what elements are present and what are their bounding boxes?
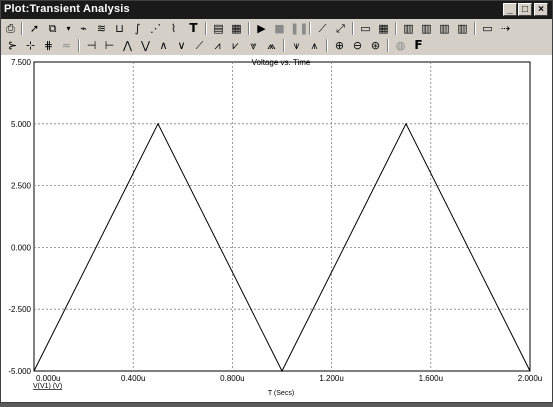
waveform-icon[interactable]: ⌁ (76, 21, 91, 36)
panel-icon[interactable]: ▭ (480, 21, 495, 36)
text-tool-icon[interactable]: T (186, 21, 201, 36)
toolbar-separator (21, 22, 23, 35)
y-tick-label: -2.500 (8, 305, 31, 314)
zoom-out-icon[interactable]: ⊖ (350, 38, 365, 53)
toolbar-separator (387, 39, 389, 52)
grid-lines (34, 62, 530, 371)
cursor-3-icon[interactable]: ⋕ (41, 38, 56, 53)
trace-label[interactable]: V(V1) (V) (33, 383, 62, 390)
valley-icon[interactable]: ⋁ (138, 38, 153, 53)
waveform-2-icon[interactable]: ≋ (94, 21, 109, 36)
cursor-right-icon[interactable]: ⊢ (102, 38, 117, 53)
y-tick-label: 0.000 (11, 243, 32, 252)
zoom-fit-icon[interactable]: ⊛ (368, 38, 383, 53)
toolbar-separator (352, 22, 354, 35)
toolbar-separator (248, 22, 250, 35)
stop-icon[interactable]: ■ (272, 21, 287, 36)
toolbar-separator (309, 22, 311, 35)
line-tool-icon[interactable]: ⟋ (315, 21, 330, 36)
cursor-to-icon[interactable]: ⩛ (289, 38, 304, 53)
toolbar-separator (395, 22, 397, 35)
peak-icon[interactable]: ⋀ (120, 38, 135, 53)
peak-3-icon[interactable]: ⩘ (210, 38, 225, 53)
dropdown-arrow-icon[interactable]: ▾ (61, 21, 76, 36)
grid-icon[interactable]: ▦ (376, 21, 391, 36)
minimize-button[interactable]: _ (503, 3, 517, 16)
x-tick-label: 1.200u (319, 374, 343, 383)
layout-1-icon[interactable]: ▥ (401, 21, 416, 36)
cursor-1-icon[interactable]: ⊱ (5, 38, 20, 53)
layout-2-icon[interactable]: ▥ (419, 21, 434, 36)
x-axis-label: T (Secs) (268, 390, 294, 397)
y-tick-label: 2.500 (11, 182, 32, 191)
y-tick-label: -5.000 (8, 367, 31, 376)
zoom-in-icon[interactable]: ⊕ (332, 38, 347, 53)
waveform-3-icon[interactable]: ⊔ (112, 21, 127, 36)
window-icon[interactable]: ▭ (358, 21, 373, 36)
x-tick-label: 2.000u (518, 374, 542, 383)
cursor-2-icon[interactable]: ⊹ (23, 38, 38, 53)
x-tick-label: 0.000u (36, 374, 60, 383)
layout-4-icon[interactable]: ▥ (455, 21, 470, 36)
voltage-time-chart: 0.000u 0.400u 0.800u 1.200u 1.600u 2.000u 7.50… (1, 55, 552, 402)
plot-frame (34, 62, 530, 371)
close-button[interactable]: × (534, 3, 548, 16)
plot-area[interactable]: 0.000u 0.400u 0.800u 1.200u 1.600u 2.000u 7.50… (1, 55, 552, 402)
slope-icon[interactable]: ⟋ (192, 38, 207, 53)
next-peak-icon[interactable]: ⩕ (264, 38, 279, 53)
waveform-6-icon[interactable]: ⌇ (166, 21, 181, 36)
maximize-button[interactable]: □ (518, 3, 532, 16)
next-valley-icon[interactable]: ⩔ (246, 38, 261, 53)
toolbar-main: ⎙ ➚ ⧉ ▾ ⌁ ≋ ⊔ ∫ ⋰ ⌇ T ▤ ▦ ▶ ■ ❚❚ ⟋ ⤢ ▭ ▦… (1, 20, 552, 37)
valley-3-icon[interactable]: ⩗ (228, 38, 243, 53)
x-tick-label: 0.800u (220, 374, 244, 383)
select-arrow-icon[interactable]: ➚ (27, 21, 42, 36)
measure-icon[interactable]: ⇢ (498, 21, 513, 36)
layout-3-icon[interactable]: ▥ (437, 21, 452, 36)
cursor-4-icon[interactable]: ≈ (59, 38, 74, 53)
toolbar-separator (283, 39, 285, 52)
waveform-5-icon[interactable]: ⋰ (148, 21, 163, 36)
pause-icon[interactable]: ❚❚ (290, 21, 305, 36)
print-icon[interactable]: ⎙ (3, 21, 18, 36)
window-title: Plot:Transient Analysis (4, 3, 130, 15)
toolbar-separator (78, 39, 80, 52)
y-tick-label: 7.500 (11, 58, 32, 67)
peak-2-icon[interactable]: ∧ (156, 38, 171, 53)
x-tick-label: 1.600u (419, 374, 443, 383)
line-2-tool-icon[interactable]: ⤢ (333, 21, 348, 36)
toolbar-separator (326, 39, 328, 52)
properties-icon[interactable]: ▤ (211, 21, 226, 36)
run-icon[interactable]: ▶ (254, 21, 269, 36)
x-tick-label: 0.400u (121, 374, 145, 383)
calc-icon[interactable]: ▦ (229, 21, 244, 36)
graph-tool-icon[interactable]: ⧉ (45, 21, 60, 36)
tick-labels: 0.000u 0.400u 0.800u 1.200u 1.600u 2.000u 7.50… (8, 58, 542, 383)
plot-title: Voltage vs. Time (252, 58, 311, 67)
color-icon[interactable]: ◍ (393, 38, 408, 53)
y-tick-label: 5.000 (11, 120, 32, 129)
cursor-left-icon[interactable]: ⊣ (84, 38, 99, 53)
title-bar[interactable]: Plot:Transient Analysis _ □ × (1, 1, 552, 19)
cursor-from-icon[interactable]: ⩚ (307, 38, 322, 53)
plot-window: Plot:Transient Analysis _ □ × ⎙ ➚ ⧉ ▾ ⌁ … (0, 0, 553, 403)
format-tool-icon[interactable]: F (411, 38, 426, 53)
toolbar-cursors: ⊱ ⊹ ⋕ ≈ ⊣ ⊢ ⋀ ⋁ ∧ ∨ ⟋ ⩘ ⩗ ⩔ ⩕ ⩛ ⩚ ⊕ ⊖ ⊛ … (1, 37, 552, 54)
valley-2-icon[interactable]: ∨ (174, 38, 189, 53)
toolbar-separator (205, 22, 207, 35)
toolbar-separator (474, 22, 476, 35)
waveform-4-icon[interactable]: ∫ (130, 21, 145, 36)
